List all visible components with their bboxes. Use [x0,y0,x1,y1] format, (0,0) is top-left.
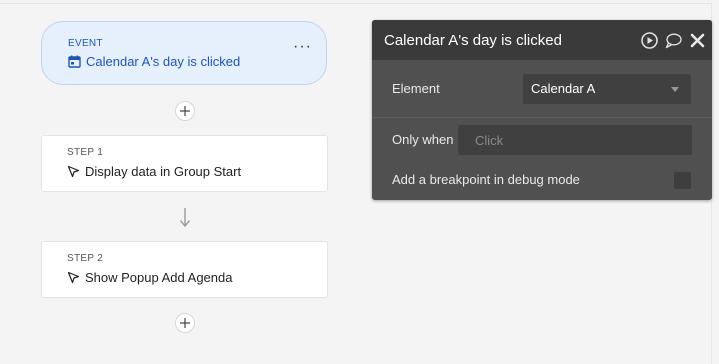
only-when-input[interactable] [458,125,692,155]
event-card[interactable]: EVENT Calendar A's day is clicked ··· [41,21,327,85]
step-title-row: Display data in Group Start [67,164,241,179]
element-dropdown[interactable]: Calendar A [523,74,691,104]
breakpoint-checkbox[interactable] [674,172,691,189]
more-options-button[interactable]: ··· [293,39,312,55]
only-when-label: Only when [392,132,454,147]
step-title: Show Popup Add Agenda [85,270,233,285]
element-label: Element [392,81,440,96]
play-icon[interactable] [641,32,658,49]
step-label: STEP 1 [67,147,104,158]
chevron-down-icon [671,87,679,92]
cursor-pointer-icon [67,271,80,284]
step-label: STEP 2 [67,253,104,264]
plus-icon [180,318,190,328]
event-title-row: Calendar A's day is clicked [68,54,240,69]
event-label: EVENT [68,38,103,49]
canvas-border-top [0,3,712,4]
step-title-row: Show Popup Add Agenda [67,270,232,285]
panel-header-icons [641,32,706,49]
panel-header: Calendar A's day is clicked [372,20,712,60]
breakpoint-label: Add a breakpoint in debug mode [392,172,580,187]
arrow-down-icon [179,208,191,228]
step-card-2[interactable]: STEP 2 Show Popup Add Agenda [41,241,328,298]
event-property-panel: Calendar A's day is clicked Element Cale… [372,20,712,200]
calendar-icon [68,55,81,68]
element-dropdown-value: Calendar A [531,81,596,96]
plus-icon [180,106,190,116]
event-title: Calendar A's day is clicked [86,54,241,69]
comment-icon[interactable] [665,32,682,49]
step-card-1[interactable]: STEP 1 Display data in Group Start [41,135,328,192]
panel-divider [372,117,712,118]
add-action-button[interactable] [175,313,195,333]
cursor-pointer-icon [67,165,80,178]
add-action-button[interactable] [175,101,195,121]
close-icon[interactable] [689,32,706,49]
panel-title: Calendar A's day is clicked [384,32,562,49]
step-title: Display data in Group Start [85,164,242,179]
